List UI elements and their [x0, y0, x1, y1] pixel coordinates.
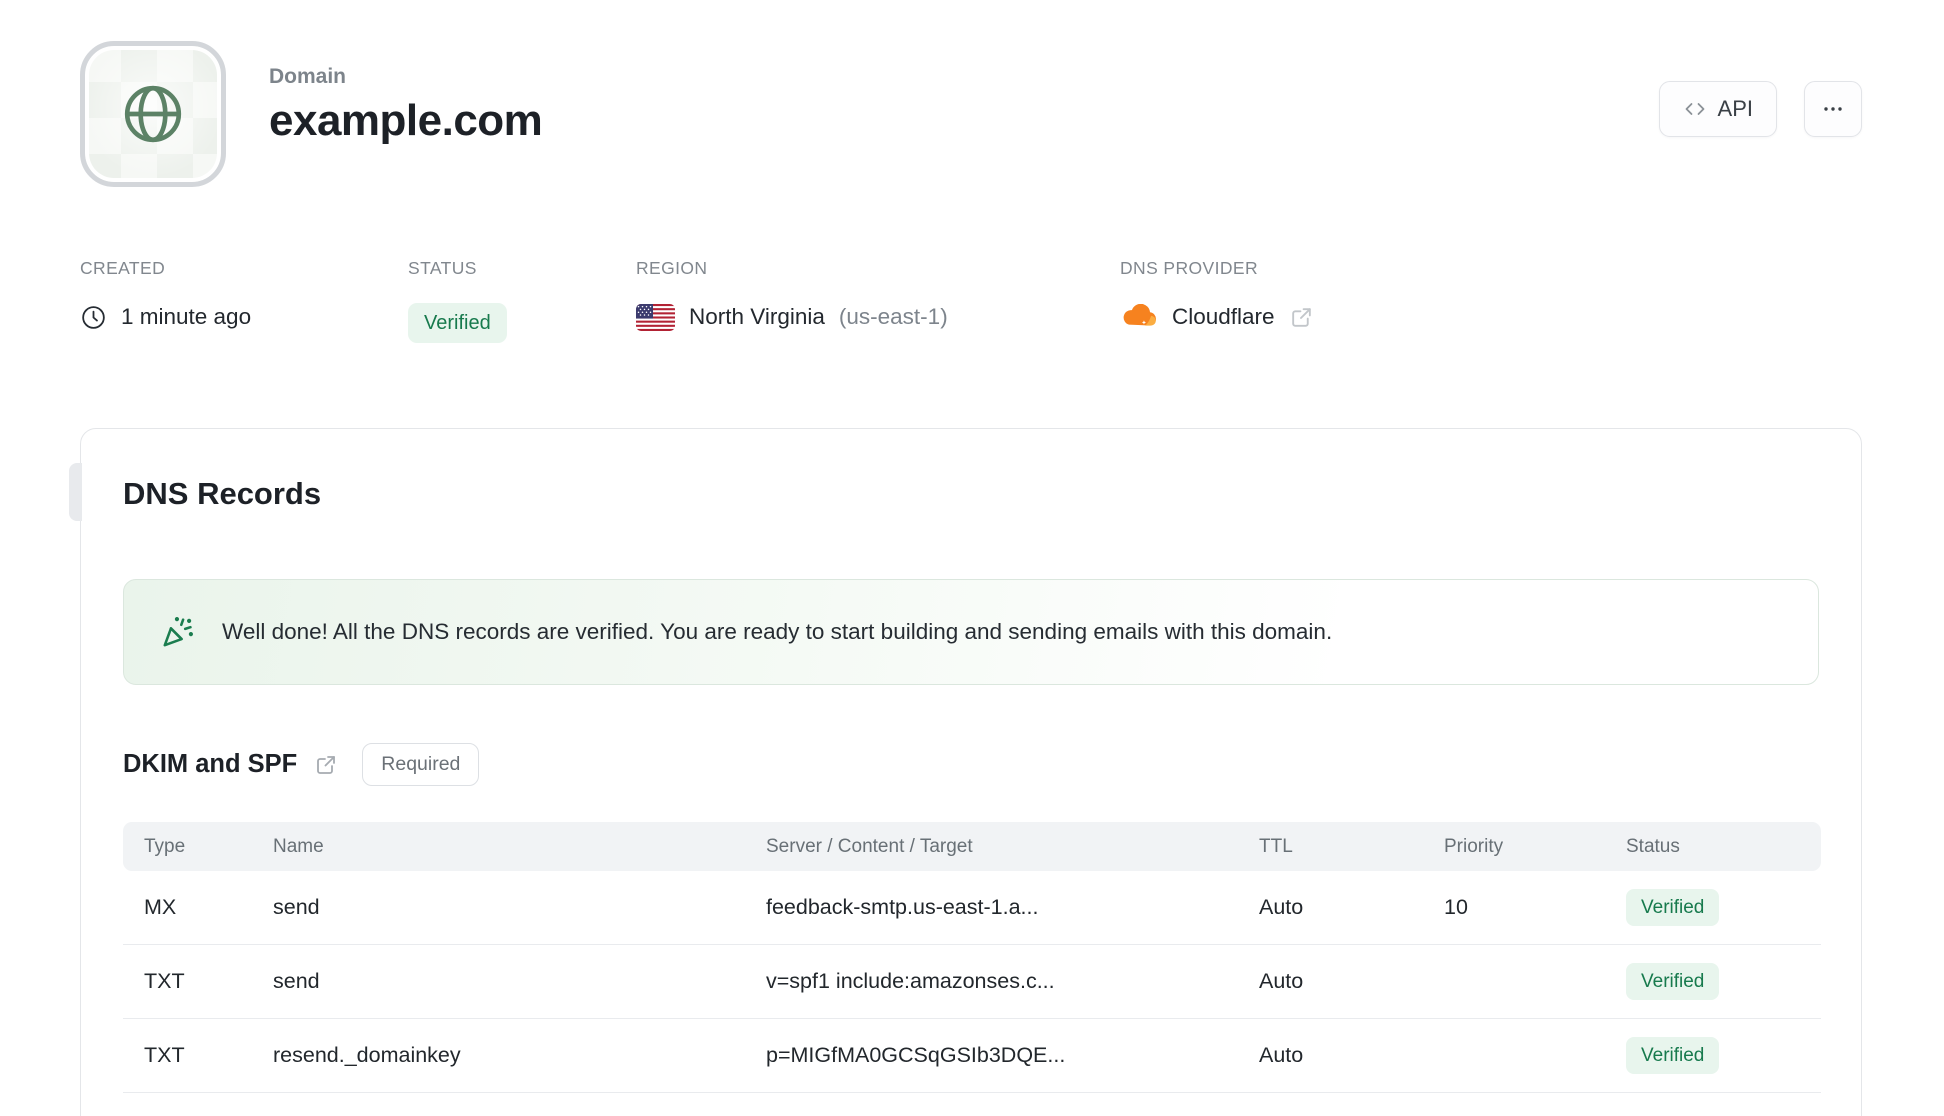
col-header-content: Server / Content / Target: [766, 835, 973, 857]
globe-icon: [124, 85, 182, 143]
more-options-button[interactable]: [1804, 81, 1862, 137]
cell-priority: 10: [1444, 895, 1468, 919]
col-header-name: Name: [273, 835, 324, 857]
api-button-label: API: [1717, 96, 1753, 121]
table-row: TXT send v=spf1 include:amazonses.c... A…: [123, 945, 1821, 1019]
clock-icon: [82, 305, 105, 329]
code-icon: [1685, 103, 1704, 115]
dns-provider-external-link[interactable]: [1289, 305, 1314, 330]
dns-records-card: DNS Records Well done! All the DNS recor…: [69, 428, 1862, 1116]
page-kicker: Domain: [269, 65, 347, 88]
cell-ttl: Auto: [1259, 969, 1304, 993]
meta-region-code: (us-east-1): [838, 304, 948, 329]
col-header-priority: Priority: [1444, 835, 1504, 857]
cell-type: TXT: [144, 969, 185, 993]
cell-name: send: [273, 895, 320, 919]
col-header-type: Type: [144, 835, 186, 857]
col-header-status: Status: [1626, 835, 1680, 857]
meta-region-label: REGION: [636, 258, 708, 278]
table-row: MX send feedback-smtp.us-east-1.a... Aut…: [123, 871, 1821, 945]
meta-region: REGION North Virginia (us-east-1): [636, 258, 948, 331]
dns-records-title: DNS Records: [123, 476, 322, 511]
external-link-icon: [317, 755, 336, 774]
meta-status: STATUS Verified: [408, 258, 507, 343]
cell-content: v=spf1 include:amazonses.c...: [766, 969, 1055, 993]
meta-created: CREATED 1 minute ago: [80, 258, 251, 331]
meta-region-value: North Virginia: [689, 304, 825, 329]
us-flag-icon: [636, 303, 675, 331]
confetti-icon: [163, 617, 194, 647]
verified-badge: Verified: [1626, 889, 1720, 926]
status-badge: Verified: [408, 303, 507, 343]
card-notch: [69, 463, 82, 521]
col-header-ttl: TTL: [1259, 835, 1293, 857]
api-button[interactable]: API: [1658, 81, 1777, 137]
cloudflare-icon: [1123, 304, 1156, 326]
success-banner-text: Well done! All the DNS records are verif…: [222, 619, 1333, 644]
meta-dns-provider-value: Cloudflare: [1172, 304, 1275, 329]
cell-content: p=MIGfMA0GCSqGSIb3DQE...: [766, 1043, 1066, 1067]
meta-created-value: 1 minute ago: [121, 304, 252, 329]
cell-type: MX: [144, 895, 177, 919]
dkim-spf-title: DKIM and SPF: [123, 750, 298, 778]
cell-content: feedback-smtp.us-east-1.a...: [766, 895, 1039, 919]
verified-badge: Verified: [1626, 963, 1720, 1000]
dkim-spf-external-link[interactable]: [314, 753, 338, 777]
table-header-row: Type Name Server / Content / Target TTL …: [123, 822, 1821, 871]
meta-status-label: STATUS: [408, 258, 477, 278]
verified-badge: Verified: [1626, 1037, 1720, 1074]
page-header: Domain example.com API: [80, 41, 1862, 187]
meta-created-label: CREATED: [80, 258, 166, 278]
page-title: example.com: [269, 96, 543, 145]
dkim-spf-section-header: DKIM and SPF Required: [123, 743, 1819, 786]
cell-ttl: Auto: [1259, 1043, 1304, 1067]
dns-records-table: Type Name Server / Content / Target TTL …: [123, 822, 1821, 1093]
table-row: TXT resend._domainkey p=MIGfMA0GCSqGSIb3…: [123, 1019, 1821, 1093]
cell-ttl: Auto: [1259, 895, 1304, 919]
cell-name: resend._domainkey: [273, 1043, 461, 1067]
cell-name: send: [273, 969, 320, 993]
success-banner: Well done! All the DNS records are verif…: [123, 579, 1819, 685]
domain-meta: CREATED 1 minute ago STATUS Verified REG…: [0, 258, 1944, 368]
ellipsis-icon: [1824, 107, 1842, 111]
domain-avatar: [80, 41, 226, 187]
required-badge: Required: [362, 743, 480, 786]
cell-type: TXT: [144, 1043, 185, 1067]
external-link-icon: [1291, 307, 1311, 327]
meta-dns-provider: DNS PROVIDER Cloudflare: [1120, 258, 1314, 331]
meta-dns-provider-label: DNS PROVIDER: [1120, 258, 1259, 278]
